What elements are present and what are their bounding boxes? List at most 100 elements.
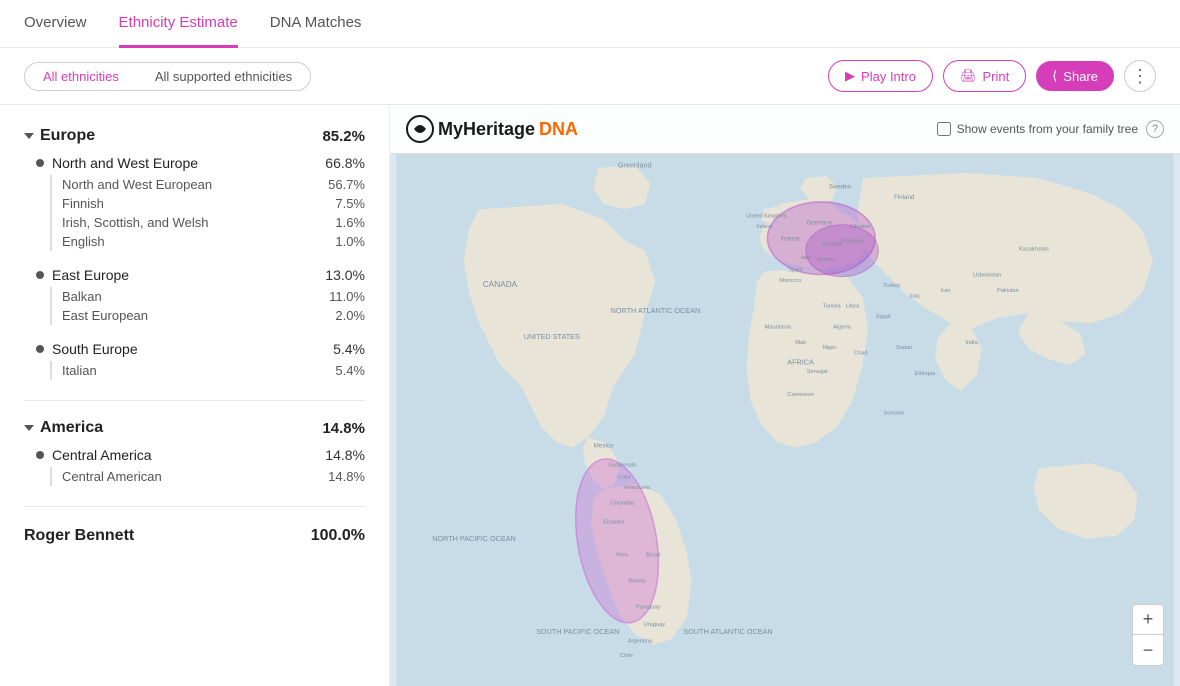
- svg-text:Greece: Greece: [817, 257, 836, 263]
- nav-dna-matches[interactable]: DNA Matches: [270, 0, 362, 48]
- logo-text: MyHeritage: [438, 119, 535, 140]
- sub-region-central-america: Central America 14.8% Central American 1…: [36, 443, 365, 486]
- more-options-button[interactable]: ⋮: [1124, 60, 1156, 92]
- svg-text:Germany: Germany: [806, 220, 832, 227]
- toolbar: All ethnicities All supported ethnicitie…: [0, 48, 1180, 105]
- sub-region-se-label: South Europe: [52, 341, 138, 357]
- region-america-header[interactable]: America 14.8%: [24, 413, 365, 443]
- dot-south-icon: [36, 345, 44, 353]
- svg-text:Peru: Peru: [616, 552, 628, 558]
- share-button[interactable]: ⟨ Share: [1036, 61, 1114, 91]
- region-europe-label: Europe: [40, 127, 95, 145]
- main-content: Europe 85.2% North and West Europe 66.8%…: [0, 105, 1180, 686]
- detail-italian: Italian 5.4%: [50, 361, 365, 380]
- svg-text:Paraguay: Paraguay: [636, 604, 661, 610]
- svg-text:Sweden: Sweden: [829, 183, 852, 190]
- show-events-label: Show events from your family tree: [957, 122, 1138, 136]
- svg-text:Egypt: Egypt: [876, 314, 891, 320]
- svg-text:Mexico: Mexico: [594, 443, 614, 450]
- svg-text:France: France: [781, 235, 801, 242]
- detail-balkan: Balkan 11.0%: [50, 287, 365, 306]
- chevron-america-icon: [24, 425, 34, 431]
- zoom-in-button[interactable]: +: [1133, 605, 1163, 635]
- region-america-label: America: [40, 419, 103, 437]
- svg-text:Turkey: Turkey: [883, 283, 900, 289]
- svg-text:Ethiopia: Ethiopia: [915, 371, 936, 377]
- svg-text:Ireland: Ireland: [756, 224, 772, 230]
- svg-text:Cuba: Cuba: [618, 475, 630, 481]
- svg-text:Guatemala: Guatemala: [608, 462, 637, 468]
- svg-text:Argentina: Argentina: [628, 638, 653, 644]
- svg-text:Senegal: Senegal: [807, 369, 828, 375]
- region-europe-header[interactable]: Europe 85.2%: [24, 121, 365, 151]
- svg-text:Libya: Libya: [846, 304, 860, 310]
- chevron-europe-icon: [24, 133, 34, 139]
- play-intro-button[interactable]: ▶ Play Intro: [828, 60, 933, 92]
- logo-dna-text: DNA: [539, 119, 578, 140]
- svg-text:Greenland: Greenland: [618, 161, 652, 170]
- sub-region-ca-pct: 14.8%: [325, 447, 365, 463]
- person-name: Roger Bennett: [24, 527, 134, 545]
- detail-irish: Irish, Scottish, and Welsh 1.6%: [50, 213, 365, 232]
- toggle-all-ethnicities[interactable]: All ethnicities: [25, 63, 137, 90]
- region-america-pct: 14.8%: [322, 420, 365, 437]
- region-europe-pct: 85.2%: [322, 128, 365, 145]
- svg-text:Romania: Romania: [841, 238, 865, 244]
- svg-text:Mauritania: Mauritania: [764, 324, 791, 330]
- sub-region-nwe-label: North and West Europe: [52, 155, 198, 171]
- sub-region-south-europe: South Europe 5.4% Italian 5.4%: [36, 337, 365, 380]
- map-header: MyHeritageDNA Show events from your fami…: [390, 105, 1180, 154]
- detail-central-american: Central American 14.8%: [50, 467, 365, 486]
- dot-east-icon: [36, 271, 44, 279]
- show-events-checkbox[interactable]: [937, 122, 951, 136]
- region-america: America 14.8% Central America 14.8% Cent…: [24, 413, 365, 486]
- zoom-out-button[interactable]: −: [1133, 635, 1163, 665]
- nav-overview[interactable]: Overview: [24, 0, 87, 48]
- svg-text:Ukraine: Ukraine: [851, 224, 871, 230]
- svg-text:Pakistan: Pakistan: [997, 288, 1019, 294]
- svg-text:Cameroon: Cameroon: [787, 392, 814, 398]
- svg-text:Chile: Chile: [620, 653, 633, 659]
- navigation: Overview Ethnicity Estimate DNA Matches: [0, 0, 1180, 48]
- dot-icon: [36, 159, 44, 167]
- divider: [24, 400, 365, 401]
- svg-text:Italy: Italy: [801, 255, 812, 261]
- region-europe: Europe 85.2% North and West Europe 66.8%…: [24, 121, 365, 380]
- detail-nwe: North and West European 56.7%: [50, 175, 365, 194]
- svg-text:Somalia: Somalia: [884, 410, 905, 416]
- svg-text:Iran: Iran: [941, 288, 951, 294]
- dot-central-icon: [36, 451, 44, 459]
- map-header-controls: Show events from your family tree ?: [937, 120, 1164, 138]
- svg-text:United Kingdom: United Kingdom: [746, 213, 787, 219]
- detail-finnish: Finnish 7.5%: [50, 194, 365, 213]
- svg-text:Niger: Niger: [823, 345, 837, 351]
- toolbar-actions: ▶ Play Intro 🖨 Print ⟨ Share ⋮: [828, 60, 1156, 92]
- svg-text:Uzbekistan: Uzbekistan: [973, 273, 1001, 279]
- svg-text:Sudan: Sudan: [896, 345, 912, 351]
- svg-text:CANADA: CANADA: [483, 279, 518, 289]
- sub-region-ca-label: Central America: [52, 447, 152, 463]
- svg-text:NORTH PACIFIC OCEAN: NORTH PACIFIC OCEAN: [432, 534, 516, 543]
- svg-text:Tunisia: Tunisia: [823, 304, 842, 310]
- zoom-controls: + −: [1132, 604, 1164, 666]
- print-button[interactable]: 🖨 Print: [943, 60, 1026, 92]
- play-icon: ▶: [845, 68, 855, 84]
- svg-text:UNITED STATES: UNITED STATES: [524, 332, 580, 341]
- sub-region-ee-pct: 13.0%: [325, 267, 365, 283]
- svg-text:Ecuador: Ecuador: [603, 519, 624, 525]
- svg-text:Austria: Austria: [822, 240, 842, 247]
- sub-region-se-pct: 5.4%: [333, 341, 365, 357]
- toggle-all-supported[interactable]: All supported ethnicities: [137, 63, 310, 90]
- sub-region-east-europe: East Europe 13.0% Balkan 11.0% East Euro…: [36, 263, 365, 325]
- svg-text:India: India: [965, 340, 978, 346]
- svg-text:Iraq: Iraq: [910, 293, 920, 299]
- logo-icon: [406, 115, 434, 143]
- svg-text:SOUTH PACIFIC OCEAN: SOUTH PACIFIC OCEAN: [536, 627, 619, 636]
- svg-text:Morocco: Morocco: [779, 278, 801, 284]
- svg-text:SOUTH ATLANTIC OCEAN: SOUTH ATLANTIC OCEAN: [683, 627, 772, 636]
- nav-ethnicity[interactable]: Ethnicity Estimate: [119, 0, 238, 48]
- share-icon: ⟨: [1052, 68, 1057, 84]
- svg-text:AFRICA: AFRICA: [787, 358, 814, 367]
- svg-text:Spain: Spain: [788, 267, 803, 273]
- help-icon[interactable]: ?: [1146, 120, 1164, 138]
